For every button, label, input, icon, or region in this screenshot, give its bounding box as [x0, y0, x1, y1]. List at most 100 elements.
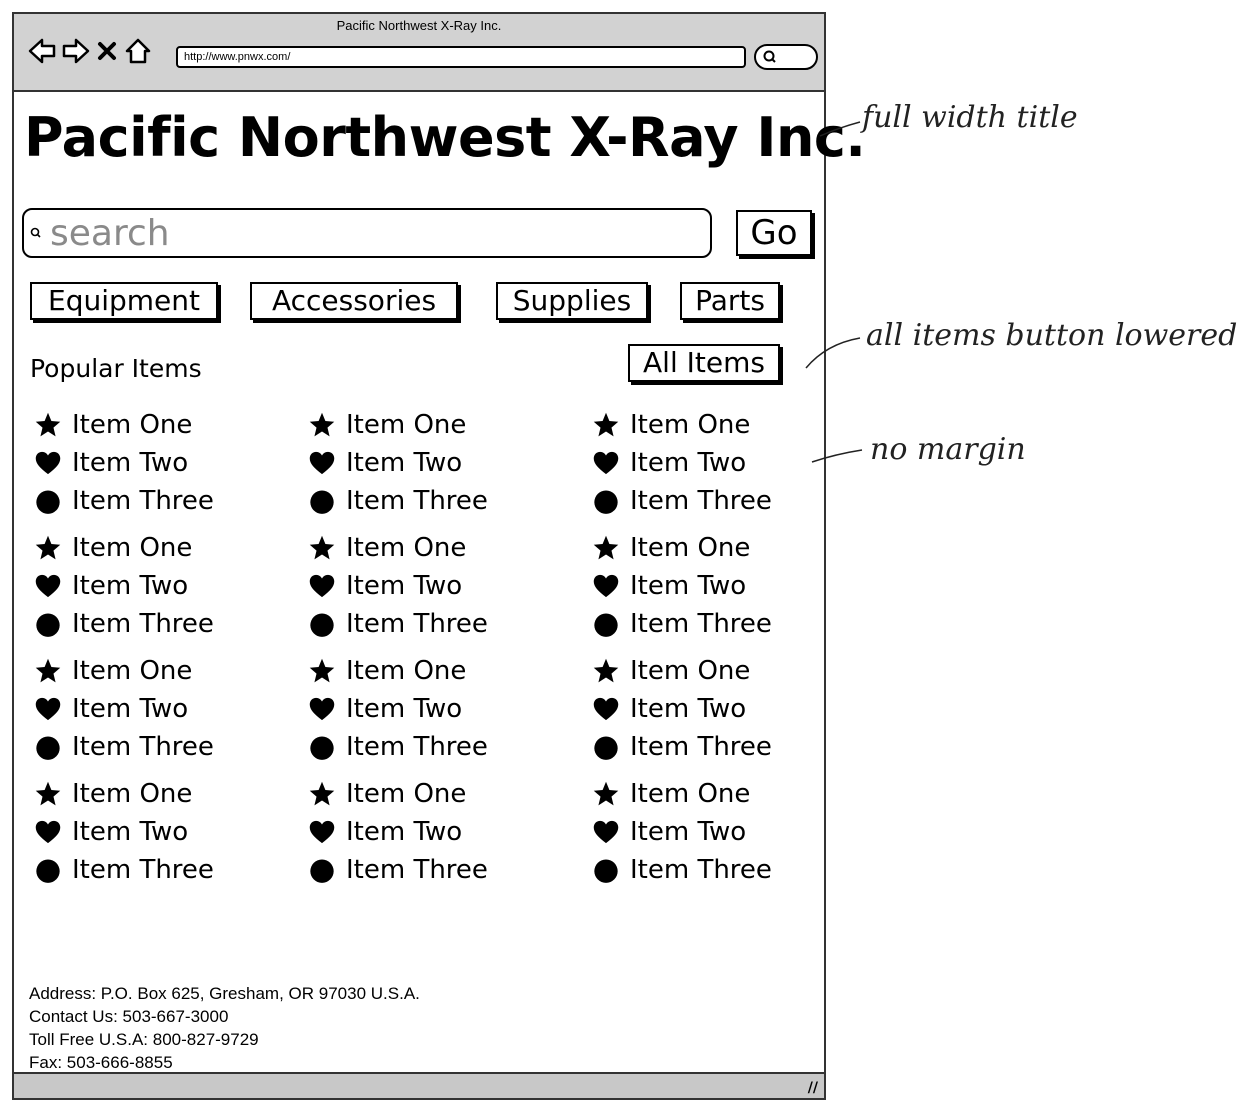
- popular-item-link[interactable]: Item Two: [308, 448, 462, 478]
- heart-icon: [592, 572, 630, 600]
- popular-item-label: Item Two: [630, 694, 747, 724]
- popular-item-link[interactable]: Item Two: [592, 448, 746, 478]
- go-button[interactable]: Go: [736, 210, 812, 256]
- footer-contact: Address: P.O. Box 625, Gresham, OR 97030…: [29, 982, 420, 1074]
- resize-grip-icon[interactable]: //: [808, 1080, 818, 1096]
- stop-icon[interactable]: [96, 38, 118, 64]
- back-arrow-icon[interactable]: [28, 38, 56, 64]
- star-icon: [34, 534, 72, 562]
- popular-item-label: Item Two: [630, 448, 747, 478]
- popular-item-link[interactable]: Item Three: [592, 609, 772, 639]
- popular-item-link[interactable]: Item Three: [308, 609, 488, 639]
- search-box[interactable]: [22, 208, 712, 258]
- popular-item-link[interactable]: Item One: [34, 656, 192, 686]
- popular-item-link[interactable]: Item Two: [592, 817, 746, 847]
- popular-item-label: Item One: [346, 779, 467, 809]
- popular-item-label: Item Three: [630, 855, 772, 885]
- footer-address: Address: P.O. Box 625, Gresham, OR 97030…: [29, 984, 420, 1003]
- category-supplies-button[interactable]: Supplies: [496, 282, 648, 320]
- popular-item-link[interactable]: Item Three: [592, 732, 772, 762]
- popular-item-link[interactable]: Item Three: [592, 855, 772, 885]
- popular-item-link[interactable]: Item Three: [34, 486, 214, 516]
- browser-window: Pacific Northwest X-Ray Inc. http://www.…: [12, 12, 866, 1100]
- popular-item-link[interactable]: Item One: [308, 779, 466, 809]
- popular-item-link[interactable]: Item Three: [308, 486, 488, 516]
- popular-item-label: Item Two: [72, 694, 189, 724]
- footer-contact-phone: Contact Us: 503-667-3000: [29, 1007, 229, 1026]
- popular-item-link[interactable]: Item One: [34, 410, 192, 440]
- popular-item-link[interactable]: Item Three: [34, 732, 214, 762]
- heart-icon: [34, 695, 72, 723]
- popular-item-link[interactable]: Item Two: [34, 694, 188, 724]
- heart-icon: [592, 449, 630, 477]
- heart-icon: [592, 695, 630, 723]
- popular-item-link[interactable]: Item One: [308, 533, 466, 563]
- popular-item-label: Item Two: [72, 571, 189, 601]
- popular-item-link[interactable]: Item One: [592, 779, 750, 809]
- popular-item-label: Item Two: [72, 448, 189, 478]
- popular-item-label: Item Three: [346, 609, 488, 639]
- footer-fax: Fax: 503-666-8855: [29, 1053, 173, 1072]
- popular-item-link[interactable]: Item One: [592, 410, 750, 440]
- star-icon: [592, 534, 630, 562]
- star-icon: [308, 534, 346, 562]
- popular-item-link[interactable]: Item One: [592, 656, 750, 686]
- popular-item-label: Item Three: [346, 855, 488, 885]
- circle-icon: [308, 856, 346, 884]
- popular-item-link[interactable]: Item Two: [592, 571, 746, 601]
- popular-item-label: Item One: [630, 779, 751, 809]
- category-equipment-button[interactable]: Equipment: [30, 282, 218, 320]
- search-icon: [763, 50, 776, 63]
- popular-item-label: Item One: [72, 779, 193, 809]
- popular-item-link[interactable]: Item Two: [592, 694, 746, 724]
- circle-icon: [34, 487, 72, 515]
- search-input[interactable]: [46, 211, 710, 255]
- popular-item-link[interactable]: Item One: [308, 410, 466, 440]
- circle-icon: [34, 733, 72, 761]
- star-icon: [34, 780, 72, 808]
- star-icon: [34, 657, 72, 685]
- popular-item-label: Item One: [346, 533, 467, 563]
- url-bar[interactable]: http://www.pnwx.com/: [176, 46, 746, 68]
- annotation-line-title: [819, 121, 861, 137]
- popular-item-link[interactable]: Item Two: [34, 571, 188, 601]
- heart-icon: [308, 695, 346, 723]
- circle-icon: [34, 856, 72, 884]
- popular-item-label: Item One: [630, 656, 751, 686]
- popular-item-link[interactable]: Item Two: [308, 817, 462, 847]
- popular-item-link[interactable]: Item One: [592, 533, 750, 563]
- star-icon: [592, 411, 630, 439]
- forward-arrow-icon[interactable]: [62, 38, 90, 64]
- popular-item-link[interactable]: Item Two: [34, 817, 188, 847]
- heart-icon: [308, 818, 346, 846]
- popular-item-link[interactable]: Item One: [308, 656, 466, 686]
- popular-item-link[interactable]: Item One: [34, 533, 192, 563]
- circle-icon: [592, 856, 630, 884]
- category-accessories-button[interactable]: Accessories: [250, 282, 458, 320]
- popular-item-link[interactable]: Item Three: [34, 855, 214, 885]
- popular-item-label: Item One: [630, 533, 751, 563]
- popular-item-link[interactable]: Item One: [34, 779, 192, 809]
- browser-titlebar: Pacific Northwest X-Ray Inc. http://www.…: [14, 14, 824, 92]
- popular-item-label: Item Two: [72, 817, 189, 847]
- popular-item-link[interactable]: Item Three: [308, 732, 488, 762]
- popular-item-link[interactable]: Item Two: [308, 694, 462, 724]
- popular-item-link[interactable]: Item Three: [34, 609, 214, 639]
- all-items-button[interactable]: All Items: [628, 344, 780, 382]
- heart-icon: [592, 818, 630, 846]
- star-icon: [34, 411, 72, 439]
- popular-items-heading: Popular Items: [30, 354, 202, 383]
- circle-icon: [308, 733, 346, 761]
- popular-item-label: Item Two: [346, 694, 463, 724]
- heart-icon: [308, 449, 346, 477]
- popular-item-link[interactable]: Item Three: [592, 486, 772, 516]
- annotation-margin-note: no margin: [870, 432, 1026, 467]
- star-icon: [592, 780, 630, 808]
- popular-item-label: Item One: [72, 410, 193, 440]
- browser-search-field[interactable]: [754, 44, 818, 70]
- popular-item-link[interactable]: Item Two: [308, 571, 462, 601]
- home-icon[interactable]: [124, 38, 152, 64]
- category-parts-button[interactable]: Parts: [680, 282, 780, 320]
- popular-item-link[interactable]: Item Two: [34, 448, 188, 478]
- popular-item-link[interactable]: Item Three: [308, 855, 488, 885]
